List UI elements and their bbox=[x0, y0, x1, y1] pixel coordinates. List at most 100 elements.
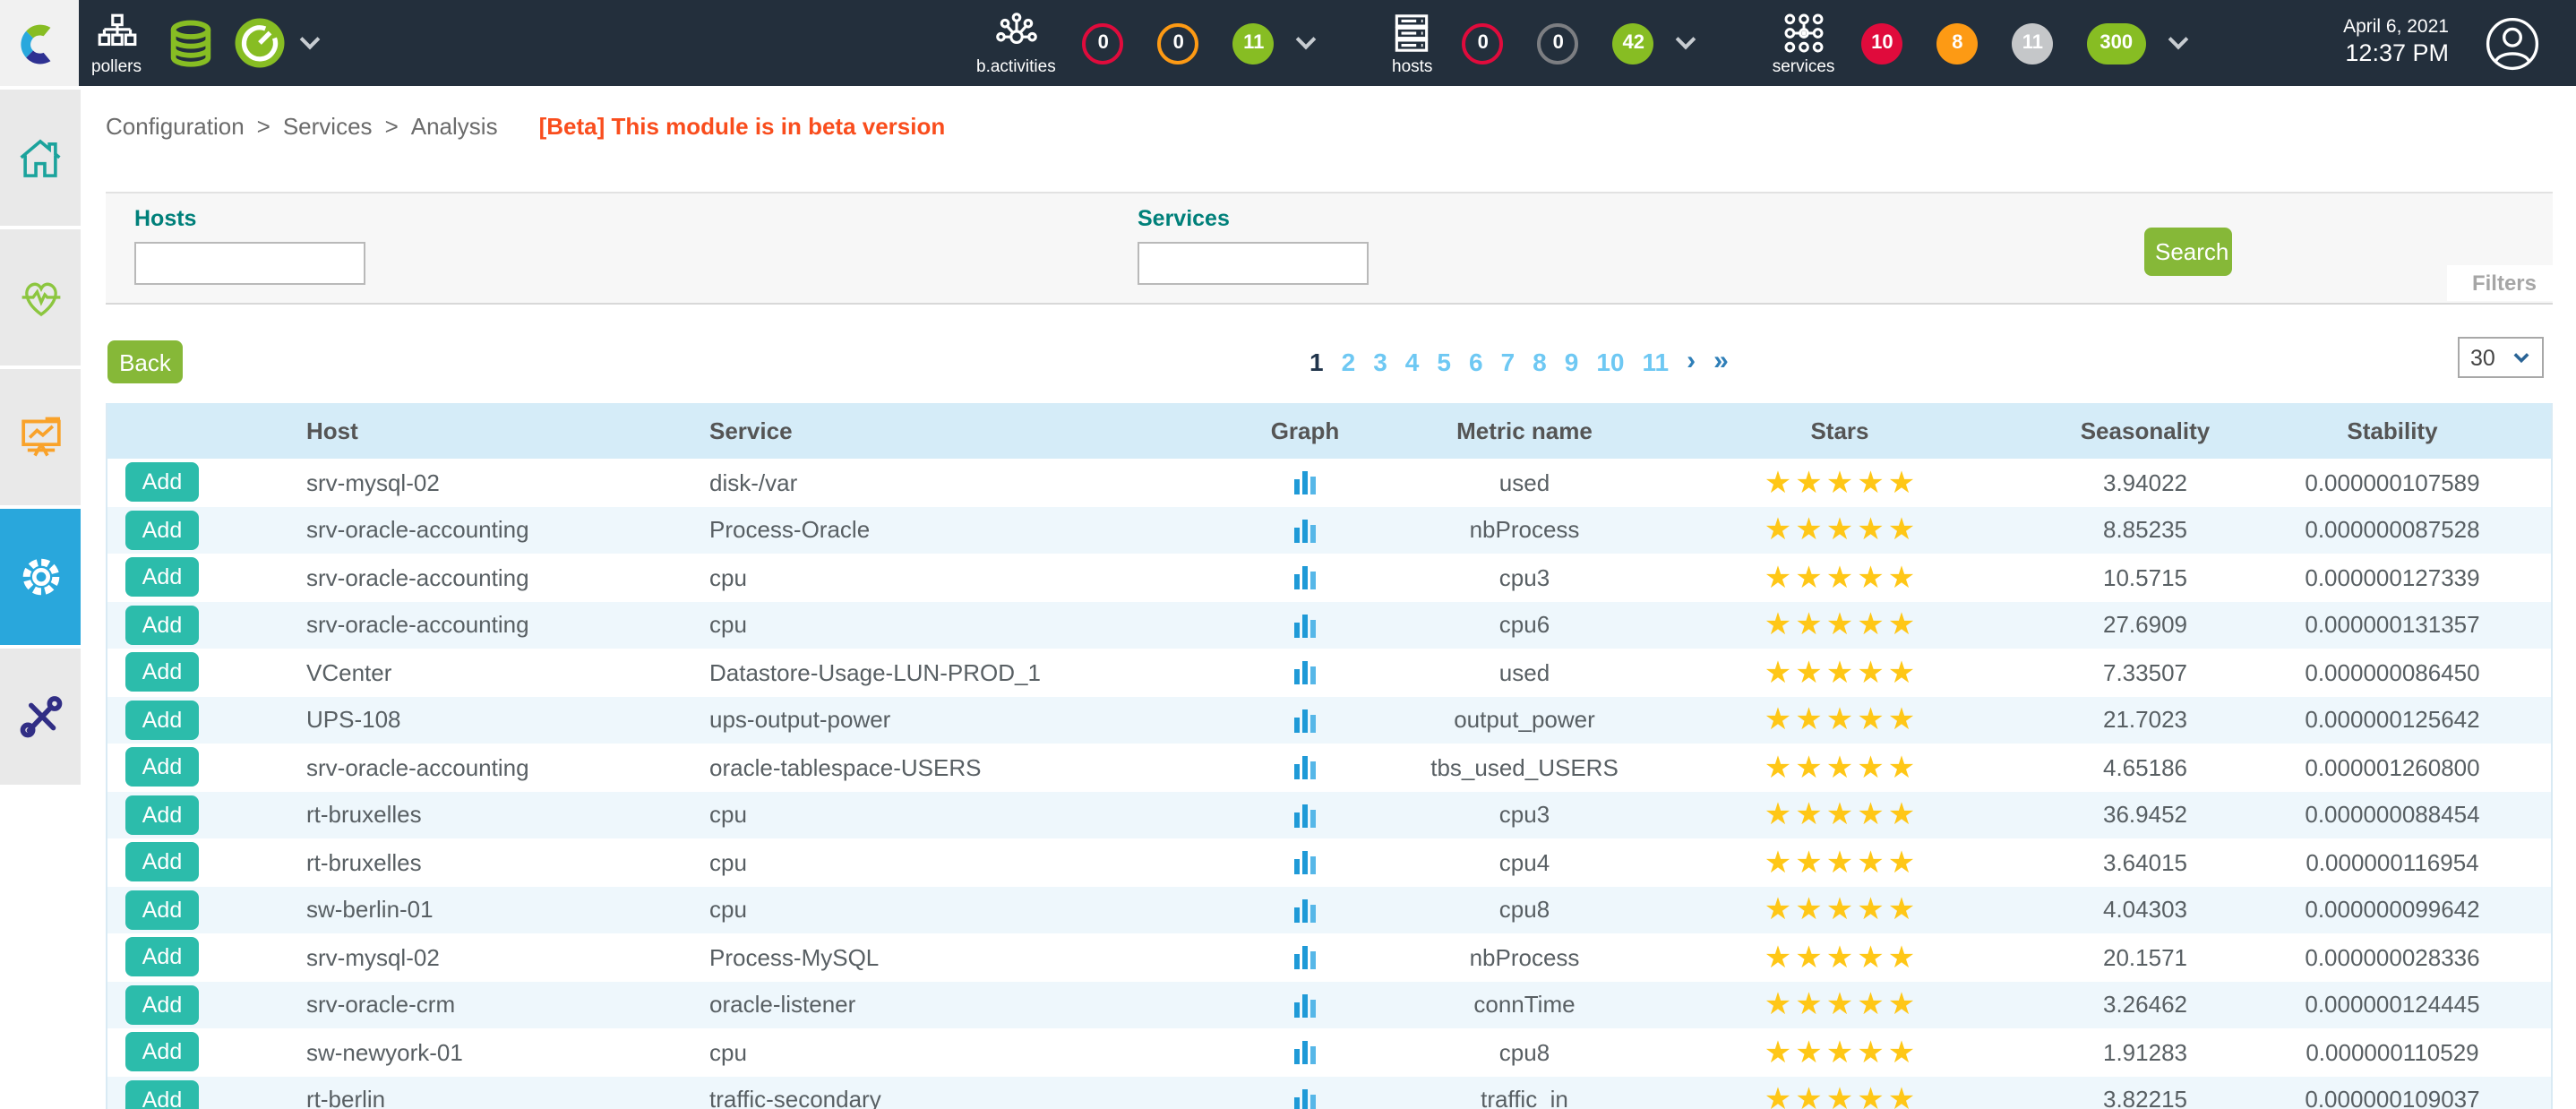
poller-menu[interactable]: pollers bbox=[91, 10, 142, 76]
add-button[interactable]: Add bbox=[125, 795, 199, 835]
centreon-logo[interactable] bbox=[0, 0, 79, 86]
service-cell: Process-Oracle bbox=[683, 517, 1184, 544]
header-seasonality: Seasonality bbox=[2057, 417, 2234, 444]
hosts-status-badge[interactable]: 0 bbox=[1463, 22, 1504, 64]
star-icon: ★ bbox=[1857, 610, 1885, 640]
host-cell: srv-oracle-accounting bbox=[279, 564, 683, 591]
host-cell: rt-bruxelles bbox=[279, 802, 683, 829]
add-button[interactable]: Add bbox=[125, 463, 199, 503]
breadcrumb-analysis[interactable]: Analysis bbox=[411, 113, 498, 140]
header-stability: Stability bbox=[2234, 417, 2551, 444]
breadcrumb-configuration[interactable]: Configuration bbox=[106, 113, 245, 140]
poller-chevron-down-icon[interactable] bbox=[300, 30, 321, 50]
add-button[interactable]: Add bbox=[125, 1033, 199, 1072]
breadcrumb-services[interactable]: Services bbox=[283, 113, 373, 140]
graph-icon[interactable] bbox=[1293, 708, 1317, 733]
services-status-badge[interactable]: 11 bbox=[2012, 22, 2053, 64]
graph-icon[interactable] bbox=[1293, 660, 1317, 685]
back-button[interactable]: Back bbox=[107, 340, 183, 383]
hosts-filter-input[interactable] bbox=[134, 242, 365, 285]
star-rating: ★★★★★ bbox=[1765, 847, 1916, 878]
graph-icon[interactable] bbox=[1293, 565, 1317, 590]
star-icon: ★ bbox=[1857, 847, 1885, 878]
graph-icon[interactable] bbox=[1293, 613, 1317, 638]
page-link-11[interactable]: 11 bbox=[1643, 347, 1670, 375]
graph-icon[interactable] bbox=[1293, 850, 1317, 875]
add-button[interactable]: Add bbox=[125, 748, 199, 787]
page-link-7[interactable]: 7 bbox=[1501, 347, 1516, 375]
next-page-icon[interactable]: › bbox=[1687, 346, 1696, 376]
search-button[interactable]: Search bbox=[2144, 228, 2232, 276]
breadcrumb-separator: > bbox=[257, 113, 270, 140]
graph-cell bbox=[1184, 708, 1426, 733]
add-button[interactable]: Add bbox=[125, 985, 199, 1025]
add-button[interactable]: Add bbox=[125, 1080, 199, 1109]
graph-icon[interactable] bbox=[1293, 993, 1317, 1018]
filters-toggle[interactable]: Filters bbox=[2447, 265, 2553, 301]
seasonality-cell: 20.1571 bbox=[2057, 944, 2234, 971]
add-button[interactable]: Add bbox=[125, 606, 199, 645]
bactivities-menu[interactable]: b.activities bbox=[976, 10, 1056, 76]
page-link-10[interactable]: 10 bbox=[1596, 347, 1624, 375]
metric-cell: used bbox=[1426, 659, 1623, 686]
hosts-menu[interactable]: hosts bbox=[1389, 10, 1436, 76]
services-menu[interactable]: services bbox=[1773, 10, 1835, 76]
star-rating: ★★★★★ bbox=[1765, 1037, 1916, 1068]
star-icon: ★ bbox=[1888, 895, 1916, 925]
bactivities-status-badge[interactable]: 0 bbox=[1158, 22, 1199, 64]
services-chevron-down-icon[interactable] bbox=[2168, 30, 2188, 50]
host-cell: rt-berlin bbox=[279, 1087, 683, 1109]
add-button[interactable]: Add bbox=[125, 843, 199, 882]
user-menu[interactable] bbox=[2485, 15, 2540, 71]
add-button[interactable]: Add bbox=[125, 890, 199, 930]
hosts-status-badge[interactable]: 0 bbox=[1538, 22, 1579, 64]
page-link-4[interactable]: 4 bbox=[1405, 347, 1420, 375]
star-icon: ★ bbox=[1826, 1085, 1854, 1109]
sidebar-item-reporting[interactable] bbox=[0, 369, 81, 505]
graph-icon[interactable] bbox=[1293, 945, 1317, 970]
page-link-9[interactable]: 9 bbox=[1565, 347, 1579, 375]
graph-icon[interactable] bbox=[1293, 755, 1317, 780]
graph-icon[interactable] bbox=[1293, 518, 1317, 543]
hosts-status-badge[interactable]: 42 bbox=[1613, 22, 1654, 64]
page-link-3[interactable]: 3 bbox=[1373, 347, 1387, 375]
page-link-8[interactable]: 8 bbox=[1533, 347, 1547, 375]
page-size-select[interactable]: 30 bbox=[2458, 337, 2544, 378]
graph-icon[interactable] bbox=[1293, 898, 1317, 923]
services-filter-input[interactable] bbox=[1138, 242, 1369, 285]
graph-icon[interactable] bbox=[1293, 470, 1317, 495]
add-button[interactable]: Add bbox=[125, 938, 199, 977]
star-icon: ★ bbox=[1857, 705, 1885, 735]
select-chevron-down-icon bbox=[2512, 349, 2531, 365]
graph-icon[interactable] bbox=[1293, 1088, 1317, 1109]
sidebar-item-home[interactable] bbox=[0, 90, 81, 226]
page-link-6[interactable]: 6 bbox=[1469, 347, 1483, 375]
page-link-2[interactable]: 2 bbox=[1342, 347, 1356, 375]
database-status-icon[interactable] bbox=[165, 15, 217, 71]
seasonality-cell: 3.26462 bbox=[2057, 992, 2234, 1019]
last-page-icon[interactable]: » bbox=[1713, 346, 1729, 376]
bactivities-status-badge[interactable]: 11 bbox=[1233, 22, 1275, 64]
services-label: services bbox=[1773, 56, 1835, 76]
hosts-chevron-down-icon[interactable] bbox=[1676, 30, 1696, 50]
add-button[interactable]: Add bbox=[125, 558, 199, 597]
page-link-1[interactable]: 1 bbox=[1309, 347, 1324, 375]
services-status-badge[interactable]: 10 bbox=[1861, 22, 1902, 64]
bactivities-status-badge[interactable]: 0 bbox=[1083, 22, 1124, 64]
graph-icon[interactable] bbox=[1293, 803, 1317, 828]
sidebar-item-monitoring[interactable] bbox=[0, 229, 81, 365]
star-icon: ★ bbox=[1826, 752, 1854, 783]
seasonality-cell: 3.94022 bbox=[2057, 469, 2234, 496]
add-button[interactable]: Add bbox=[125, 701, 199, 740]
sidebar-item-administration[interactable] bbox=[0, 649, 81, 785]
add-button[interactable]: Add bbox=[125, 653, 199, 692]
add-button[interactable]: Add bbox=[125, 511, 199, 550]
star-icon: ★ bbox=[1795, 610, 1823, 640]
page-link-5[interactable]: 5 bbox=[1437, 347, 1451, 375]
graph-icon[interactable] bbox=[1293, 1040, 1317, 1065]
sidebar-item-configuration[interactable] bbox=[0, 509, 81, 645]
bactivities-chevron-down-icon[interactable] bbox=[1296, 30, 1317, 50]
services-status-badge[interactable]: 8 bbox=[1936, 22, 1978, 64]
services-status-badge[interactable]: 300 bbox=[2087, 22, 2145, 64]
gauge-status-icon[interactable] bbox=[233, 16, 287, 70]
